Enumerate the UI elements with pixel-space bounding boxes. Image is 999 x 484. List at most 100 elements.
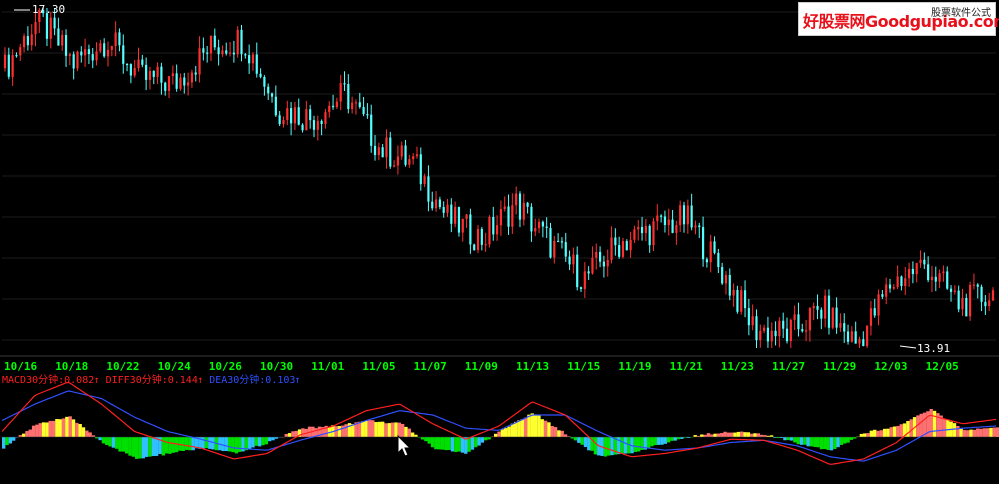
candle-body xyxy=(473,244,476,251)
macd-bar xyxy=(946,419,950,437)
candle-body xyxy=(770,330,773,342)
candle-body xyxy=(488,217,491,245)
candle-body xyxy=(400,145,403,157)
candle-body xyxy=(854,331,857,344)
macd-bar xyxy=(470,437,475,450)
candle-body xyxy=(804,330,808,332)
macd-bar xyxy=(892,426,897,437)
macd-bar xyxy=(444,437,448,451)
date-tick-label: 10/22 xyxy=(106,360,139,373)
candle-body xyxy=(557,240,560,243)
candle-body xyxy=(30,34,33,46)
macd-bar xyxy=(899,424,903,437)
candle-body xyxy=(274,96,277,116)
date-tick-label: 11/23 xyxy=(721,360,754,373)
candle-body xyxy=(934,276,937,282)
macd-bar xyxy=(557,430,561,437)
candle-body xyxy=(785,328,789,342)
candle-body xyxy=(816,305,819,310)
macd-bar xyxy=(108,437,112,447)
macd-bar xyxy=(430,437,435,448)
macd-bar xyxy=(796,437,800,445)
date-tick-label: 11/09 xyxy=(465,360,498,373)
date-tick-label: 11/29 xyxy=(823,360,856,373)
macd-bar xyxy=(410,432,415,437)
macd-bar xyxy=(45,422,49,437)
candle-body xyxy=(637,226,640,230)
macd-bar xyxy=(633,437,638,453)
candle-body xyxy=(152,70,155,77)
candle-body xyxy=(751,316,754,326)
candle-body xyxy=(316,120,319,130)
candle-body xyxy=(633,229,636,240)
candle-body xyxy=(7,54,10,77)
macd-bar xyxy=(816,437,820,448)
candle-body xyxy=(976,284,979,287)
candle-body xyxy=(122,45,125,64)
macd-bar xyxy=(976,428,980,437)
macd-bar xyxy=(789,437,794,441)
macd-bar xyxy=(799,437,804,445)
candle-body xyxy=(923,259,926,265)
macd-bar xyxy=(48,420,52,437)
macd-bar xyxy=(257,437,262,447)
macd-bar xyxy=(171,437,175,453)
candle-body xyxy=(728,274,731,296)
candle-body xyxy=(175,73,178,89)
macd-bar xyxy=(809,437,814,447)
candle-body xyxy=(309,109,312,121)
candle-body xyxy=(915,263,918,275)
macd-bar xyxy=(424,437,428,442)
macd-bar xyxy=(636,437,641,452)
candle-body xyxy=(671,219,674,233)
macd-bar xyxy=(21,433,26,437)
macd-bar xyxy=(942,418,947,437)
macd-bar xyxy=(138,437,142,459)
candle-body xyxy=(907,268,911,279)
macd-bar xyxy=(238,437,242,452)
candle-body xyxy=(183,77,186,86)
candle-body xyxy=(255,54,258,74)
macd-bar xyxy=(447,437,451,450)
price-gridlines xyxy=(2,11,996,341)
candle-body xyxy=(507,206,510,227)
candle-body xyxy=(290,108,293,124)
macd-bar xyxy=(387,423,392,437)
candle-body xyxy=(667,219,670,226)
candle-body xyxy=(476,228,480,251)
macd-bar xyxy=(716,433,721,437)
macd-bar xyxy=(580,437,584,445)
macd-bar xyxy=(497,431,501,437)
candle-body xyxy=(980,286,983,302)
candle-body xyxy=(335,101,338,108)
candle-body xyxy=(267,86,270,94)
candle-body xyxy=(469,214,472,245)
candle-body xyxy=(701,227,705,260)
macd-bar xyxy=(254,437,259,446)
macd-bar xyxy=(836,437,840,448)
candle-body xyxy=(793,314,796,320)
candle-body xyxy=(610,237,613,260)
macd-bar xyxy=(863,433,867,437)
macd-bar xyxy=(38,423,42,437)
candle-body xyxy=(534,228,537,232)
macd-bar xyxy=(407,428,411,437)
date-tick-label: 11/19 xyxy=(618,360,651,373)
macd-bar xyxy=(653,437,657,446)
candle-body xyxy=(438,199,441,208)
candle-body xyxy=(45,13,49,39)
legend-arrow: ↑ xyxy=(94,375,100,386)
macd-bar xyxy=(623,437,628,454)
macd-bar xyxy=(271,437,275,441)
candle-body xyxy=(213,35,216,48)
candle-body xyxy=(457,206,461,233)
macd-bar xyxy=(646,437,651,448)
macd-bar xyxy=(477,437,481,446)
candle-body xyxy=(450,204,453,224)
macd-bar xyxy=(337,426,342,437)
candle-body xyxy=(358,102,361,108)
macd-bar xyxy=(487,437,491,440)
candle-body xyxy=(549,227,552,258)
macd-bar xyxy=(141,437,146,459)
candle-body xyxy=(221,50,224,55)
